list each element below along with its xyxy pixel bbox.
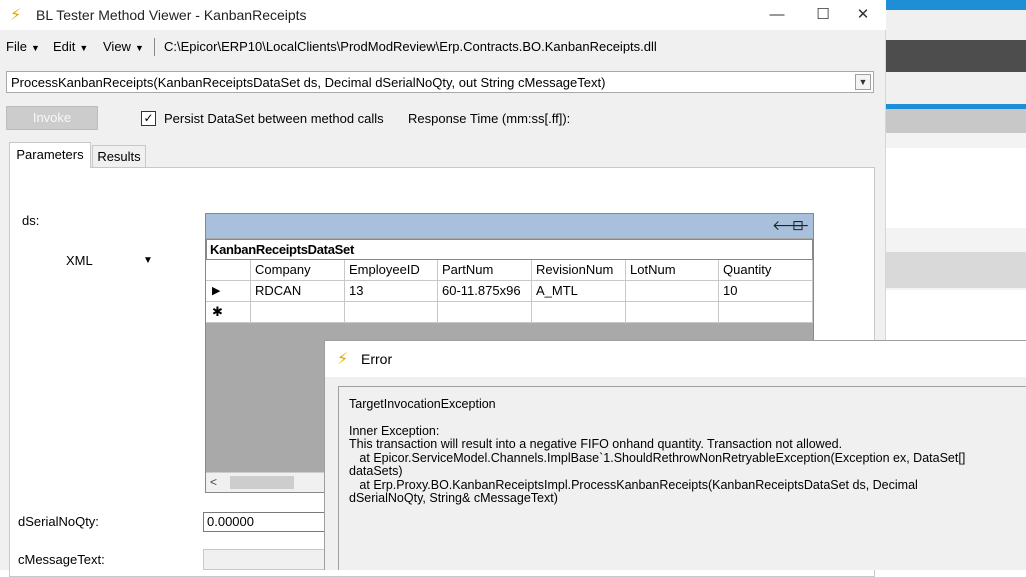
chevron-down-icon[interactable]: ▼ bbox=[143, 255, 153, 266]
error-message-text: TargetInvocationException Inner Exception… bbox=[338, 386, 1026, 570]
column-header-employeeid[interactable]: EmployeeID bbox=[345, 260, 438, 281]
grid-row-header-corner bbox=[206, 260, 251, 281]
grid-cell[interactable]: A_MTL bbox=[532, 281, 626, 302]
title-bar[interactable]: ⚡ BL Tester Method Viewer - KanbanReceip… bbox=[0, 0, 886, 30]
menu-file-label: File bbox=[6, 39, 27, 54]
column-header-revisionnum[interactable]: RevisionNum bbox=[532, 260, 626, 281]
background-app-panel bbox=[886, 148, 1026, 228]
grid-caption: KanbanReceiptsDataSet bbox=[206, 239, 813, 260]
new-row-indicator[interactable]: ✱ bbox=[206, 302, 251, 323]
serial-qty-label: dSerialNoQty: bbox=[18, 514, 99, 529]
invoke-button[interactable]: Invoke bbox=[6, 106, 98, 130]
background-app-bar bbox=[886, 0, 1026, 10]
error-dialog: ⚡ Error TargetInvocationException Inner E… bbox=[324, 340, 1026, 570]
new-row-cell[interactable] bbox=[438, 302, 532, 323]
serial-qty-input[interactable]: 0.00000 bbox=[203, 512, 333, 532]
menu-file[interactable]: File ▼ bbox=[6, 39, 40, 54]
method-select-value: ProcessKanbanReceipts(KanbanReceiptsData… bbox=[11, 75, 606, 90]
format-select-value[interactable]: XML bbox=[66, 253, 93, 268]
column-header-partnum[interactable]: PartNum bbox=[438, 260, 532, 281]
menu-edit[interactable]: Edit ▼ bbox=[53, 39, 88, 54]
tab-results[interactable]: Results bbox=[92, 145, 146, 167]
ds-label: ds: bbox=[22, 213, 40, 228]
new-row-cell[interactable] bbox=[251, 302, 345, 323]
column-header-quantity[interactable]: Quantity bbox=[719, 260, 813, 281]
error-line: at Epicor.ServiceModel.Channels.ImplBase… bbox=[349, 450, 966, 465]
background-app-bar bbox=[886, 40, 1026, 72]
error-line: TargetInvocationException bbox=[349, 397, 496, 411]
background-app-bar bbox=[886, 72, 1026, 104]
scroll-left-icon[interactable]: < bbox=[210, 475, 217, 489]
window-title: BL Tester Method Viewer - KanbanReceipts bbox=[36, 7, 307, 23]
error-line: at Erp.Proxy.BO.KanbanReceiptsImpl.Proce… bbox=[349, 477, 918, 492]
chevron-down-icon[interactable]: ▼ bbox=[855, 74, 871, 90]
menu-view-label: View bbox=[103, 39, 131, 54]
chevron-down-icon: ▼ bbox=[30, 43, 40, 53]
error-line: This transaction will result into a nega… bbox=[349, 437, 843, 451]
persist-dataset-checkbox[interactable]: ✓ bbox=[141, 111, 156, 126]
scrollbar-thumb[interactable] bbox=[230, 476, 294, 489]
column-header-lotnum[interactable]: LotNum bbox=[626, 260, 719, 281]
menu-separator bbox=[154, 38, 155, 56]
tab-parameters[interactable]: Parameters bbox=[9, 142, 91, 168]
error-line: Inner Exception: bbox=[349, 423, 440, 438]
error-title: Error bbox=[361, 351, 393, 367]
lightning-icon: ⚡ bbox=[10, 7, 22, 24]
error-title-bar[interactable]: ⚡ Error bbox=[325, 341, 1026, 377]
grid-cell[interactable]: 10 bbox=[719, 281, 813, 302]
error-line: dataSets) bbox=[349, 464, 403, 478]
chevron-down-icon: ▼ bbox=[134, 43, 144, 53]
dll-path: C:\Epicor\ERP10\LocalClients\ProdModRevi… bbox=[164, 39, 657, 54]
grid-cell[interactable]: 13 bbox=[345, 281, 438, 302]
column-header-company[interactable]: Company bbox=[251, 260, 345, 281]
new-row-cell[interactable] bbox=[345, 302, 438, 323]
grid-toolbar: 🡐 ⊟ bbox=[206, 214, 813, 238]
column-chooser-icon[interactable]: ⊟ bbox=[792, 217, 804, 234]
new-row-cell[interactable] bbox=[626, 302, 719, 323]
close-button[interactable]: ✕ bbox=[840, 0, 886, 30]
grid-cell[interactable]: 60-11.875x96 bbox=[438, 281, 532, 302]
menu-edit-label: Edit bbox=[53, 39, 76, 54]
grid-cell[interactable]: RDCAN bbox=[251, 281, 345, 302]
menu-view[interactable]: View ▼ bbox=[103, 39, 144, 54]
method-select[interactable]: ProcessKanbanReceipts(KanbanReceiptsData… bbox=[6, 71, 874, 93]
error-line: dSerialNoQty, String& cMessageText) bbox=[349, 491, 558, 505]
new-row-cell[interactable] bbox=[532, 302, 626, 323]
new-row-cell[interactable] bbox=[719, 302, 813, 323]
background-app-bar bbox=[886, 252, 1026, 288]
chevron-down-icon: ▼ bbox=[79, 43, 89, 53]
response-time-label: Response Time (mm:ss[.ff]): bbox=[408, 111, 571, 126]
current-row-indicator[interactable]: ▶ bbox=[206, 281, 251, 302]
background-app-bar bbox=[886, 10, 1026, 40]
message-text-label: cMessageText: bbox=[18, 552, 105, 567]
message-text-input[interactable] bbox=[203, 549, 333, 570]
minimize-button[interactable]: — bbox=[754, 0, 800, 30]
error-line bbox=[349, 412, 1026, 425]
grid-cell[interactable] bbox=[626, 281, 719, 302]
background-app-bar bbox=[886, 109, 1026, 133]
lightning-icon: ⚡ bbox=[337, 351, 349, 368]
persist-dataset-label: Persist DataSet between method calls bbox=[164, 111, 384, 126]
arrow-left-icon[interactable]: 🡐 bbox=[772, 217, 810, 234]
